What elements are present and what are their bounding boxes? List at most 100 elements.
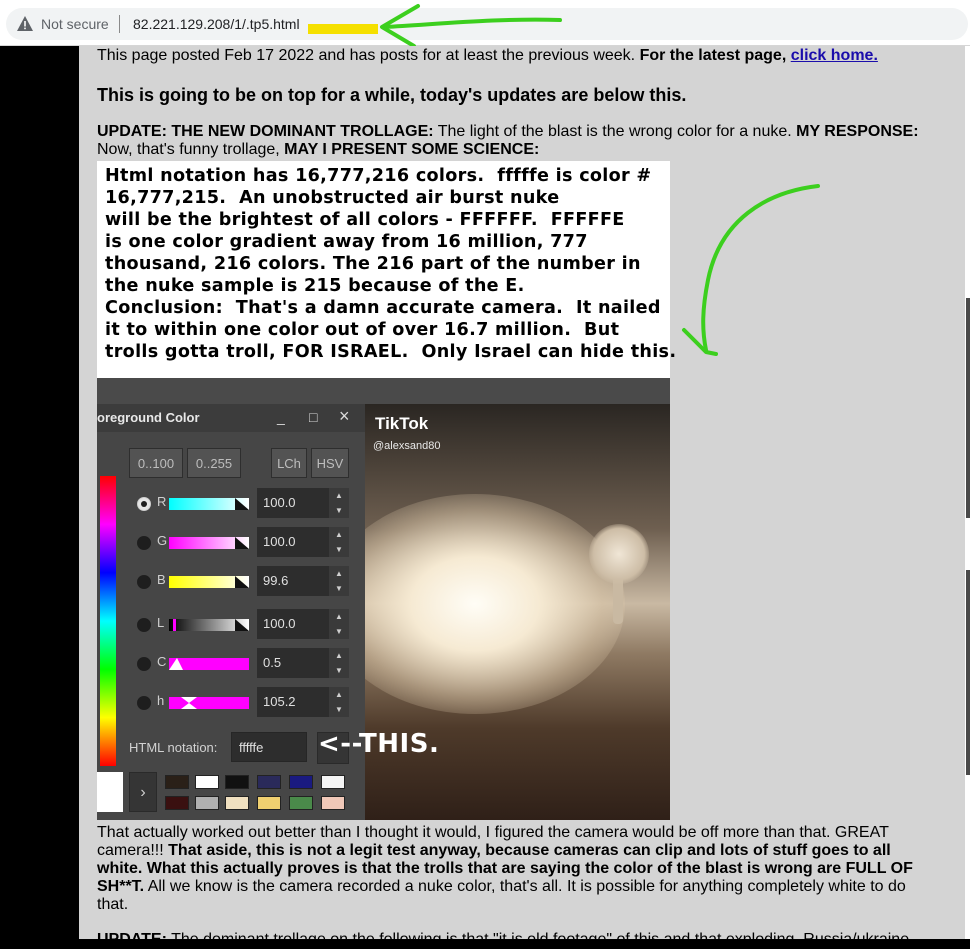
response-label: MY RESPONSE:	[796, 123, 919, 140]
spin-up-icon[interactable]: ▲	[335, 491, 343, 500]
channel-value[interactable]: 100.0	[257, 488, 329, 518]
spinner[interactable]: ▲ ▼	[329, 648, 349, 678]
tiktok-username: @alexsand80	[373, 440, 441, 452]
channel-value[interactable]: 100.0	[257, 609, 329, 639]
spin-down-icon[interactable]: ▼	[335, 666, 343, 675]
channel-radio[interactable]	[137, 497, 151, 511]
channel-row-l: L 100.0 ▲ ▼	[135, 609, 365, 641]
history-swatch[interactable]	[321, 775, 345, 789]
dialog-titlebar: oreground Color _ □ ×	[97, 404, 365, 432]
update2-text: The dominant trollage on the following i…	[166, 931, 910, 948]
channel-label: G	[157, 533, 168, 548]
spinner[interactable]: ▲ ▼	[329, 527, 349, 557]
this-annotation: <--THIS.	[318, 729, 440, 759]
spinner[interactable]: ▲ ▼	[329, 609, 349, 639]
history-swatch[interactable]	[195, 775, 219, 789]
hue-strip[interactable]	[100, 476, 116, 766]
spin-up-icon[interactable]: ▲	[335, 569, 343, 578]
channel-row-b: B 99.6 ▲ ▼	[135, 566, 365, 598]
history-swatch[interactable]	[195, 796, 219, 810]
channel-value[interactable]: 99.6	[257, 566, 329, 596]
next-button[interactable]: ›	[129, 772, 157, 812]
history-swatch[interactable]	[257, 775, 281, 789]
response-text: Now, that's funny trollage,	[97, 141, 285, 158]
update2-paragraph: UPDATE: The dominant trollage on the fol…	[97, 931, 927, 949]
channel-slider[interactable]	[169, 658, 249, 670]
latest-label: For the latest page,	[639, 47, 787, 64]
ontop-heading: This is going to be on top for a while, …	[97, 85, 687, 105]
html-notation-label: HTML notation:	[129, 740, 218, 755]
warning-icon[interactable]	[16, 15, 34, 33]
channel-radio[interactable]	[137, 657, 151, 671]
image-toolbar	[97, 378, 670, 404]
spin-up-icon[interactable]: ▲	[335, 530, 343, 539]
security-label[interactable]: Not secure	[41, 16, 109, 32]
posted-line: This page posted Feb 17 2022 and has pos…	[97, 47, 957, 65]
history-swatch[interactable]	[257, 796, 281, 810]
history-swatch[interactable]	[225, 796, 249, 810]
url-pointer-arrow-icon	[308, 4, 562, 48]
spin-down-icon[interactable]: ▼	[335, 545, 343, 554]
channel-radio[interactable]	[137, 536, 151, 550]
channel-value[interactable]: 0.5	[257, 648, 329, 678]
after-paragraph: That actually worked out better than I t…	[97, 824, 927, 914]
channel-label: B	[157, 572, 166, 587]
history-swatch[interactable]	[321, 796, 345, 810]
channel-row-h: h 105.2 ▲ ▼	[135, 687, 365, 719]
update-paragraph: UPDATE: THE NEW DOMINANT TROLLAGE: The l…	[97, 123, 947, 159]
mode-0-255-button[interactable]: 0..255	[187, 448, 241, 478]
html-notation-input[interactable]: fffffe	[231, 732, 307, 762]
science-box: Html notation has 16,777,216 colors. fff…	[97, 161, 677, 378]
mode-0-100-button[interactable]: 0..100	[129, 448, 183, 478]
pointer-arrow-icon	[682, 184, 820, 356]
channel-slider[interactable]	[169, 697, 249, 709]
update2-label: UPDATE:	[97, 931, 167, 948]
mode-hsv-button[interactable]: HSV	[311, 448, 349, 478]
spin-down-icon[interactable]: ▼	[335, 627, 343, 636]
spin-down-icon[interactable]: ▼	[335, 705, 343, 714]
spin-down-icon[interactable]: ▼	[335, 506, 343, 515]
mode-lch-button[interactable]: LCh	[271, 448, 307, 478]
science-box-text: Html notation has 16,777,216 colors. fff…	[105, 166, 677, 362]
channel-slider[interactable]	[169, 619, 249, 631]
channel-slider[interactable]	[169, 498, 249, 510]
history-swatch[interactable]	[289, 775, 313, 789]
tiktok-logo: TikTok	[375, 414, 429, 433]
spin-up-icon[interactable]: ▲	[335, 690, 343, 699]
history-swatch[interactable]	[225, 775, 249, 789]
spin-up-icon[interactable]: ▲	[335, 612, 343, 621]
channel-label: C	[157, 654, 167, 669]
channel-radio[interactable]	[137, 696, 151, 710]
posted-text: This page posted Feb 17 2022 and has pos…	[97, 47, 636, 64]
address-separator	[119, 15, 120, 33]
blast-glow	[365, 494, 625, 714]
science-label: MAY I PRESENT SOME SCIENCE:	[284, 141, 540, 158]
update-text: The light of the blast is the wrong colo…	[433, 123, 797, 140]
channel-value[interactable]: 105.2	[257, 687, 329, 717]
history-swatch[interactable]	[289, 796, 313, 810]
sidebar-image[interactable]	[966, 570, 970, 775]
history-swatch[interactable]	[165, 796, 189, 810]
update-label: UPDATE: THE NEW DOMINANT TROLLAGE:	[97, 123, 434, 140]
maximize-button[interactable]: □	[309, 409, 317, 425]
channel-slider[interactable]	[169, 576, 249, 588]
home-link[interactable]: click home.	[791, 47, 878, 64]
minimize-button[interactable]: _	[277, 409, 285, 425]
spin-up-icon[interactable]: ▲	[335, 651, 343, 660]
channel-slider[interactable]	[169, 537, 249, 549]
spinner[interactable]: ▲ ▼	[329, 566, 349, 596]
history-swatch[interactable]	[165, 775, 189, 789]
channel-radio[interactable]	[137, 618, 151, 632]
spinner[interactable]: ▲ ▼	[329, 687, 349, 717]
spin-down-icon[interactable]: ▼	[335, 584, 343, 593]
sidebar-image[interactable]	[966, 298, 970, 518]
close-button[interactable]: ×	[339, 406, 350, 427]
current-color-swatch[interactable]	[97, 772, 123, 812]
spinner[interactable]: ▲ ▼	[329, 488, 349, 518]
channel-label: h	[157, 693, 165, 708]
channel-label: R	[157, 494, 167, 509]
channel-value[interactable]: 100.0	[257, 527, 329, 557]
url-text[interactable]: 82.221.129.208/1/.tp5.html	[133, 16, 300, 32]
channel-radio[interactable]	[137, 575, 151, 589]
channel-row-r: R 100.0 ▲ ▼	[135, 488, 365, 520]
